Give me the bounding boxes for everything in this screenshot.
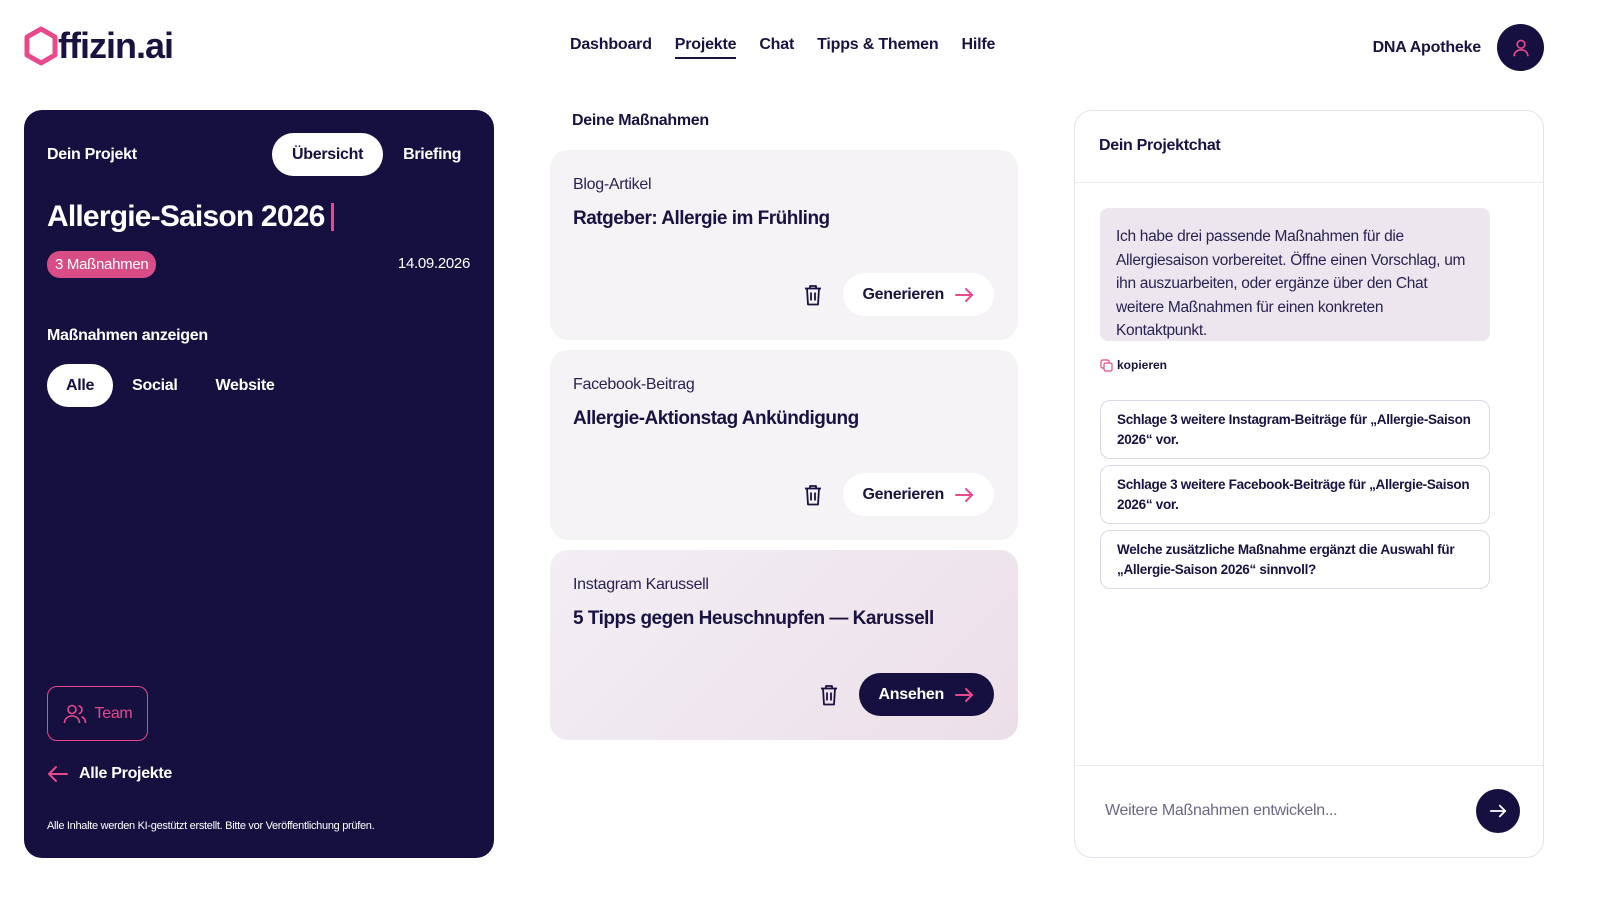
tab-briefing[interactable]: Briefing	[383, 133, 481, 176]
account-area: DNA Apotheke	[1373, 24, 1544, 71]
measure-title: 5 Tipps gegen Heuschnupfen — Karussell	[573, 608, 934, 629]
measure-card[interactable]: Instagram Karussell 5 Tipps gegen Heusch…	[550, 550, 1018, 740]
measures-heading: Deine Maßnahmen	[572, 112, 709, 129]
chat-input[interactable]	[1105, 796, 1465, 826]
view-label: Ansehen	[878, 685, 945, 703]
chat-title: Dein Projektchat	[1099, 137, 1221, 154]
nav-item-dashboard[interactable]: Dashboard	[570, 36, 652, 59]
measure-type: Instagram Karussell	[573, 576, 709, 593]
back-label: Alle Projekte	[79, 765, 173, 782]
chat-header: Dein Projektchat	[1075, 111, 1543, 183]
filter-website[interactable]: Website	[197, 364, 294, 407]
arrow-right-icon	[955, 287, 973, 302]
chat-composer	[1075, 765, 1543, 857]
brand-name: ffizin.ai	[58, 25, 174, 66]
measure-type: Blog-Artikel	[573, 176, 652, 193]
project-title-row: Allergie-Saison 2026	[47, 200, 335, 234]
measure-card[interactable]: Blog-Artikel Ratgeber: Allergie im Frühl…	[550, 150, 1018, 340]
chat-suggestion[interactable]: Welche zusätzliche Maßnahme ergänzt die …	[1100, 530, 1490, 589]
filter-social[interactable]: Social	[113, 364, 196, 407]
team-icon	[63, 704, 86, 723]
nav-item-tipps-themen[interactable]: Tipps & Themen	[817, 36, 939, 59]
project-panel: Dein Projekt Übersicht Briefing Allergie…	[24, 110, 494, 858]
project-date: 14.09.2026	[397, 255, 470, 272]
arrow-right-icon	[955, 687, 973, 702]
copy-button[interactable]: kopieren	[1100, 358, 1167, 372]
filter-label: Maßnahmen anzeigen	[47, 327, 208, 344]
assistant-message: Ich habe drei passende Maßnahmen für die…	[1100, 208, 1490, 341]
nav-item-projekte[interactable]: Projekte	[674, 36, 737, 59]
ai-disclaimer: Alle Inhalte werden KI-gestützt erstellt…	[47, 820, 375, 832]
copy-icon	[1100, 358, 1113, 372]
measure-actions: Generieren	[803, 273, 994, 316]
back-to-projects-link[interactable]: Alle Projekte	[47, 765, 172, 783]
account-name[interactable]: DNA Apotheke	[1373, 39, 1482, 57]
nav-item-chat[interactable]: Chat	[759, 36, 794, 59]
project-tabs: Übersicht Briefing	[272, 133, 481, 176]
trash-icon[interactable]	[819, 684, 839, 706]
trash-icon[interactable]	[803, 484, 823, 506]
send-button[interactable]	[1476, 789, 1520, 833]
chat-suggestion[interactable]: Schlage 3 weitere Facebook-Beiträge für …	[1100, 465, 1490, 524]
filter-group: Alle Social Website	[47, 364, 293, 407]
arrow-left-icon	[48, 766, 68, 782]
text-cursor	[331, 203, 335, 231]
chat-suggestion[interactable]: Schlage 3 weitere Instagram-Beiträge für…	[1100, 400, 1490, 459]
arrow-right-icon	[1489, 804, 1507, 818]
arrow-right-icon	[955, 487, 973, 502]
generate-label: Generieren	[862, 285, 945, 303]
app-header: ffizin.ai Dashboard Projekte Chat Tipps …	[0, 0, 1600, 92]
copy-label: kopieren	[1117, 358, 1168, 372]
project-label: Dein Projekt	[47, 146, 137, 163]
trash-icon[interactable]	[803, 284, 823, 306]
measure-card[interactable]: Facebook-Beitrag Allergie-Aktionstag Ank…	[550, 350, 1018, 540]
measure-title: Allergie-Aktionstag Ankündigung	[573, 408, 859, 429]
project-title[interactable]: Allergie-Saison 2026	[47, 200, 325, 234]
measure-actions: Generieren	[803, 473, 994, 516]
generate-button[interactable]: Generieren	[842, 273, 994, 316]
main-nav: Dashboard Projekte Chat Tipps & Themen H…	[570, 36, 995, 59]
team-label: Team	[94, 704, 133, 722]
nav-item-hilfe[interactable]: Hilfe	[961, 36, 995, 59]
tab-uebersicht[interactable]: Übersicht	[272, 133, 384, 176]
filter-alle[interactable]: Alle	[47, 364, 114, 407]
brand-logo[interactable]: ffizin.ai	[24, 25, 174, 66]
measure-actions: Ansehen	[819, 673, 994, 716]
logo-hexagon-icon	[24, 26, 58, 66]
avatar[interactable]	[1497, 24, 1544, 71]
measure-title: Ratgeber: Allergie im Frühling	[573, 208, 830, 229]
team-button[interactable]: Team	[47, 686, 148, 741]
user-icon	[1512, 39, 1529, 56]
generate-button[interactable]: Generieren	[842, 473, 994, 516]
measures-count-badge: 3 Maßnahmen	[47, 251, 157, 278]
project-chat-panel: Dein Projektchat Ich habe drei passende …	[1074, 110, 1544, 858]
view-button[interactable]: Ansehen	[858, 673, 994, 716]
measure-type: Facebook-Beitrag	[573, 376, 695, 393]
generate-label: Generieren	[862, 485, 945, 503]
